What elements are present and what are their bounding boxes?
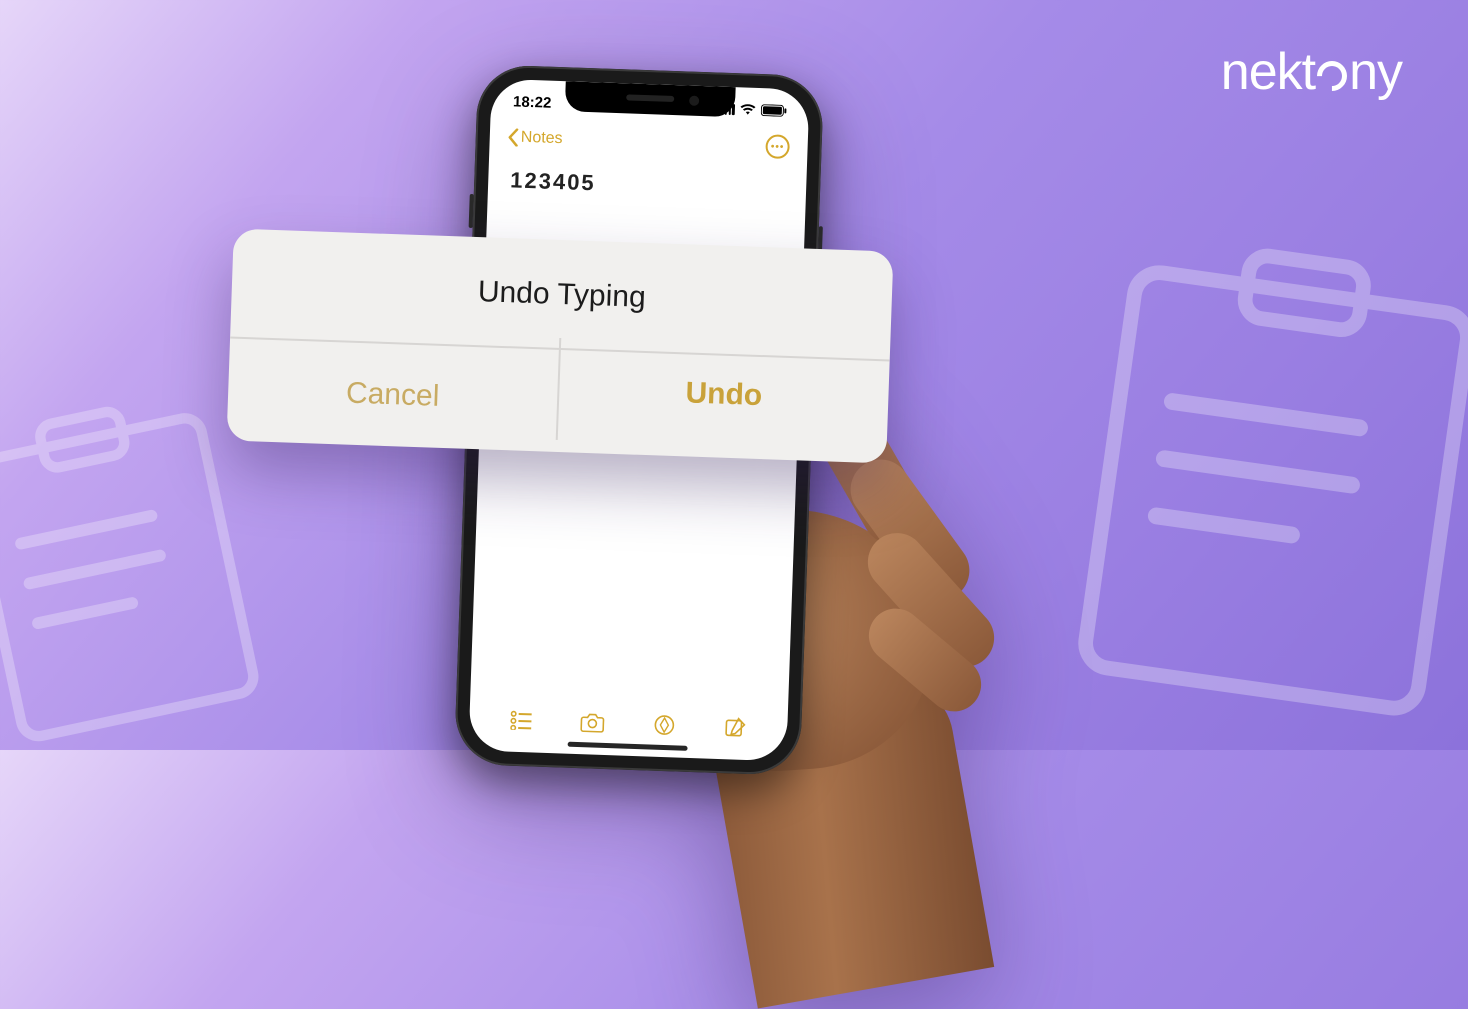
- compose-icon[interactable]: [723, 715, 748, 740]
- more-options-button[interactable]: •••: [765, 134, 790, 159]
- back-button[interactable]: Notes: [507, 128, 562, 148]
- note-content[interactable]: 123405: [510, 167, 785, 203]
- undo-button[interactable]: Undo: [556, 338, 890, 451]
- clipboard-watermark-left: [0, 383, 274, 757]
- wifi-icon: [740, 103, 756, 116]
- camera-icon[interactable]: [580, 710, 605, 735]
- notes-toolbar: [469, 706, 788, 741]
- chevron-left-icon: [507, 128, 519, 146]
- status-bar: 18:22: [491, 89, 810, 124]
- status-time: 18:22: [513, 93, 552, 111]
- cellular-signal-icon: [721, 103, 735, 114]
- sketch-icon[interactable]: [652, 713, 677, 738]
- clipboard-watermark-right: [1059, 225, 1468, 735]
- cancel-button[interactable]: Cancel: [227, 338, 559, 451]
- back-label: Notes: [520, 129, 562, 148]
- checklist-icon[interactable]: [509, 708, 534, 733]
- brand-logo: nektny: [1221, 42, 1402, 102]
- undo-typing-alert: Undo Typing Cancel Undo: [227, 229, 894, 464]
- brand-o-icon: [1311, 55, 1353, 97]
- battery-icon: [761, 104, 787, 117]
